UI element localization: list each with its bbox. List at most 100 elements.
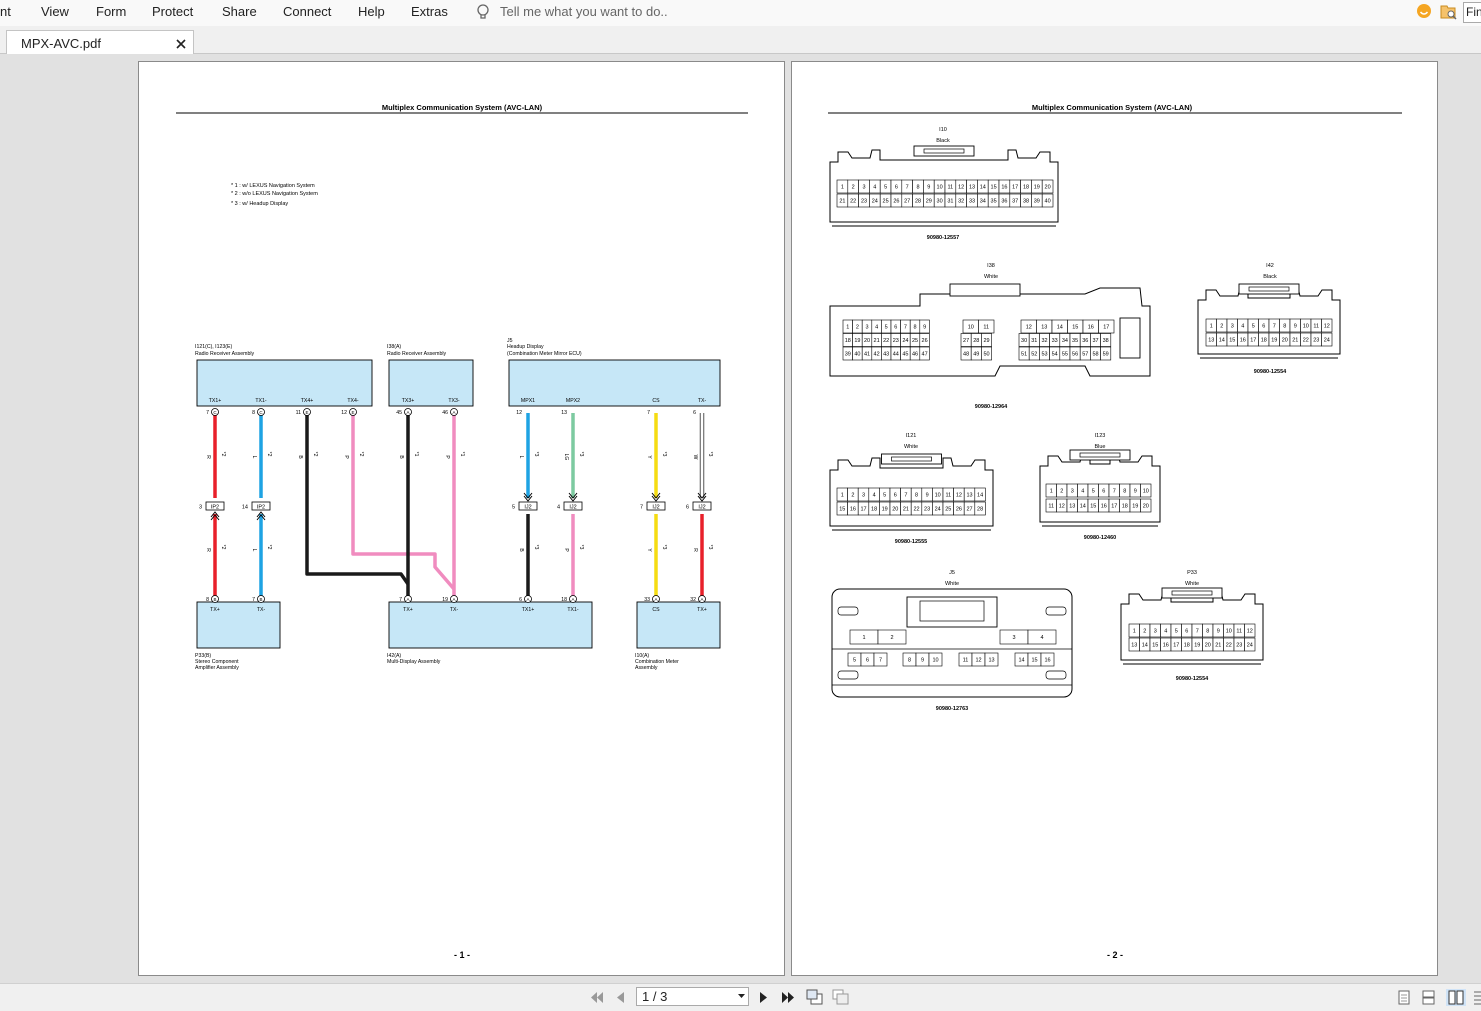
connector-pin-number: 14: [1080, 504, 1086, 510]
pin-number: 11: [296, 410, 301, 416]
wire-color-code: L: [518, 456, 524, 459]
connector-guide: [1045, 670, 1067, 680]
continuous-facing-icon[interactable]: [1473, 990, 1481, 1005]
wire-color-code: B: [518, 548, 524, 552]
connector-pin-number: 16: [1001, 185, 1007, 191]
connector-latch-inner: [1079, 452, 1121, 458]
connector-pin-number: 30: [1021, 338, 1027, 344]
menu-item-protect[interactable]: Protect: [152, 4, 193, 19]
connector-pin-number: 50: [983, 352, 989, 358]
connector-pin-number: 49: [973, 352, 979, 358]
connector-pin-number: 16: [1044, 658, 1050, 664]
connector-pin-number: 8: [916, 185, 919, 191]
smile-icon[interactable]: [1416, 3, 1432, 19]
connector-code: P33: [1187, 570, 1197, 576]
connector-pin-number: 7: [1273, 324, 1276, 330]
connector-pin-number: 1: [846, 325, 849, 331]
connector-pin-number: 3: [1071, 489, 1074, 495]
connector-pin-number: 16: [1240, 338, 1246, 344]
connector-pin-number: 6: [1262, 324, 1265, 330]
facing-pages-icon[interactable]: [1446, 989, 1466, 1006]
next-view-icon[interactable]: [832, 989, 850, 1006]
single-page-icon[interactable]: [1398, 990, 1410, 1005]
menu-item-connect[interactable]: Connect: [283, 4, 331, 19]
connector-pin-number: 16: [1101, 504, 1107, 510]
tell-me-search[interactable]: Tell me what you want to do..: [500, 4, 668, 19]
pin-label: TX4-: [347, 398, 359, 404]
connector-pin-number: 17: [860, 507, 866, 513]
wire-color-code: P: [343, 455, 349, 459]
connector-pin-number: 39: [1034, 199, 1040, 205]
page-number-input[interactable]: 1 / 3: [636, 987, 749, 1006]
menu-item-share[interactable]: Share: [222, 4, 257, 19]
connector-pin-number: 7: [1196, 629, 1199, 635]
menu-item-view[interactable]: View: [41, 4, 69, 19]
connector-pin-number: 47: [922, 352, 928, 358]
wire-color-code: LG: [563, 454, 569, 461]
connector-pin-number: 13: [969, 185, 975, 191]
menu-item-form[interactable]: Form: [96, 4, 126, 19]
connector-pin-number: 9: [1134, 489, 1137, 495]
connector-pin-number: 29: [983, 338, 989, 344]
menu-item-extras[interactable]: Extras: [411, 4, 448, 19]
close-icon[interactable]: [176, 39, 186, 49]
wire-color-code: L: [251, 549, 257, 552]
menu-item-help[interactable]: Help: [358, 4, 385, 19]
junction-pin-number: 7: [640, 505, 643, 511]
connector-pin-number: 24: [902, 338, 908, 344]
pin-letter: E: [305, 410, 308, 415]
connector-latch-inner: [1248, 286, 1290, 292]
wire-note: *2: [266, 452, 272, 457]
connector-pin-number: 20: [892, 507, 898, 513]
pin-number: 6: [519, 597, 522, 603]
chevron-down-icon[interactable]: [738, 994, 745, 999]
connector-pin-number: 18: [1023, 185, 1029, 191]
component-name: Headup Display: [507, 344, 544, 350]
wires-layer: IP2 3 IP2 14 IJ2 5 IJ2 4 IJ2 7 IJ2 6 R *2 L *2 B *2 P *2 B *1…: [199, 413, 713, 599]
connector-pin-number: 15: [1090, 504, 1096, 510]
continuous-page-icon[interactable]: [1422, 990, 1435, 1005]
connector-pin-number: 38: [1023, 199, 1029, 205]
connector-pin-number: 6: [866, 658, 869, 664]
connector-color: Black: [1263, 274, 1277, 280]
note-2: * 2 : w/o LEXUS Navigation System: [231, 191, 318, 197]
connector-color: White: [904, 444, 918, 450]
pin-number: 8: [252, 410, 255, 416]
wire-color-code: Y: [646, 455, 652, 459]
connector-pin-number: 58: [1092, 352, 1098, 358]
connector-pin-number: 25: [945, 507, 951, 513]
connector-pin-number: 16: [1088, 325, 1094, 331]
menu-item-partial[interactable]: nt: [0, 4, 11, 19]
connector-pin-number: 2: [852, 185, 855, 191]
connector-pin-number: 24: [935, 507, 941, 513]
component-name: Amplifier Assembly: [195, 665, 239, 671]
pin-number: 7: [252, 597, 255, 603]
previous-page-icon[interactable]: [616, 991, 625, 1004]
wire-color-code: P: [563, 548, 569, 552]
connector-pin-number: 28: [973, 338, 979, 344]
connector-pin-number: 11: [1048, 504, 1054, 510]
document-tab[interactable]: MPX-AVC.pdf: [6, 30, 194, 55]
junction-pin-number: 5: [512, 505, 515, 511]
connector-pin-number: 57: [1082, 352, 1088, 358]
connector-pin-number: 15: [839, 507, 845, 513]
connector-part-number: 90980-12460: [1084, 535, 1116, 541]
connector-pin-number: 11: [1236, 629, 1242, 635]
find-input[interactable]: Fin: [1463, 2, 1481, 23]
radio-receiver-box: [196, 359, 373, 407]
next-page-icon[interactable]: [759, 991, 768, 1004]
pin-label: TX1+: [209, 398, 222, 404]
connector-pin-number: 7: [904, 493, 907, 499]
connector-pin-number: 28: [977, 507, 983, 513]
previous-view-icon[interactable]: [806, 989, 824, 1006]
first-page-icon[interactable]: [590, 991, 604, 1004]
connector-color: Black: [936, 138, 950, 144]
pin-number: 8: [206, 597, 209, 603]
connector-pin-number: 23: [861, 199, 867, 205]
component-code: I121(C), I123(E): [195, 344, 232, 350]
pin-letter: A: [654, 597, 657, 602]
folder-search-icon[interactable]: [1440, 3, 1458, 21]
connector-part-number: 90980-12763: [936, 706, 968, 712]
connector-pin-number: 24: [1324, 338, 1330, 344]
last-page-icon[interactable]: [781, 991, 795, 1004]
